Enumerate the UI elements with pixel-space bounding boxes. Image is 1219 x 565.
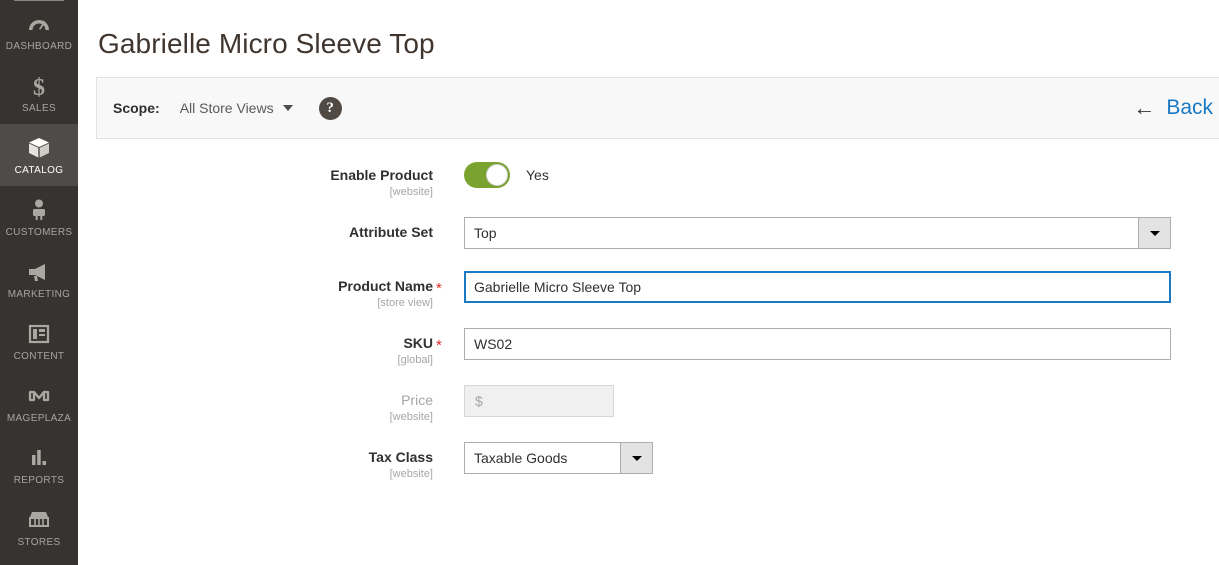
label-tax-class: Tax Class [website] — [78, 442, 433, 481]
sidebar-label-mageplaza: MAGEPLAZA — [6, 413, 72, 424]
label-price: Price [website] — [78, 385, 433, 424]
dashboard-icon — [2, 11, 76, 37]
sidebar-label-dashboard: DASHBOARD — [5, 41, 73, 52]
field-tax-class: Tax Class [website] Taxable Goods — [78, 442, 1219, 481]
price-input — [482, 386, 676, 416]
sidebar-divider — [14, 0, 64, 1]
sidebar-item-content[interactable]: CONTENT — [0, 310, 78, 372]
required-indicator: * — [436, 337, 442, 354]
required-indicator: * — [436, 280, 442, 297]
store-view-value: All Store Views — [179, 100, 274, 116]
enable-product-state: Yes — [526, 167, 549, 183]
bar-chart-icon — [2, 445, 76, 471]
label-text: Enable Product — [330, 167, 433, 183]
page-title: Gabrielle Micro Sleeve Top — [98, 27, 435, 59]
field-price: Price [website] $ — [78, 385, 1219, 424]
chevron-down-icon — [282, 105, 293, 111]
chevron-down-icon[interactable] — [1138, 218, 1170, 248]
sidebar-item-reports[interactable]: REPORTS — [0, 434, 78, 496]
dollar-icon: $ — [2, 73, 76, 99]
help-icon[interactable]: ? — [318, 96, 342, 120]
scope-note: [website] — [389, 468, 433, 480]
chevron-down-icon[interactable] — [620, 443, 652, 473]
label-text: Price — [401, 392, 433, 408]
label-sku: SKU [global] — [78, 328, 433, 367]
sidebar-item-customers[interactable]: CUSTOMERS — [0, 186, 78, 248]
label-text: Attribute Set — [349, 224, 433, 240]
store-view-switcher[interactable]: All Store Views — [180, 100, 293, 116]
arrow-left-icon: ← — [1133, 95, 1156, 120]
box-icon — [2, 135, 76, 161]
megaphone-icon — [2, 259, 76, 285]
field-attribute-set: Attribute Set Top — [78, 217, 1219, 253]
sidebar-label-marketing: MARKETING — [7, 289, 71, 300]
scope-note: [store view] — [377, 297, 433, 309]
sidebar-item-stores[interactable]: STORES — [0, 496, 78, 558]
price-field: $ — [464, 385, 676, 417]
sidebar-label-catalog: CATALOG — [14, 165, 64, 176]
product-form: Enable Product [website] Yes Attribute S… — [78, 160, 1219, 499]
admin-sidebar: DASHBOARD $ SALES CATALOG CUSTOMERS MARK… — [0, 0, 78, 565]
layout-icon — [2, 321, 76, 347]
sidebar-label-content: CONTENT — [13, 351, 65, 362]
sku-input[interactable] — [464, 328, 1171, 360]
scope-note: [website] — [389, 186, 433, 198]
sidebar-item-mageplaza[interactable]: MAGEPLAZA — [0, 372, 78, 434]
scope-bar: Scope: All Store Views ? ← Back — [96, 77, 1219, 139]
sidebar-label-reports: REPORTS — [13, 475, 65, 486]
magento-admin-product-page: DASHBOARD $ SALES CATALOG CUSTOMERS MARK… — [0, 0, 1219, 565]
sidebar-item-marketing[interactable]: MARKETING — [0, 248, 78, 310]
enable-product-toggle[interactable] — [464, 162, 510, 188]
sidebar-item-catalog[interactable]: CATALOG — [0, 124, 78, 186]
attribute-set-select[interactable]: Top — [464, 217, 1171, 249]
sidebar-label-customers: CUSTOMERS — [5, 227, 73, 238]
mageplaza-icon — [2, 383, 76, 409]
main-content: Gabrielle Micro Sleeve Top Scope: All St… — [78, 0, 1219, 565]
field-sku: SKU [global] * — [78, 328, 1219, 367]
sidebar-item-sales[interactable]: $ SALES — [0, 62, 78, 124]
label-attribute-set: Attribute Set — [78, 217, 433, 241]
label-text: SKU — [403, 335, 433, 351]
attribute-set-value: Top — [474, 225, 497, 241]
scope-note: [global] — [397, 354, 433, 366]
product-name-input[interactable] — [464, 271, 1171, 303]
label-product-name: Product Name [store view] — [78, 271, 433, 310]
label-text: Product Name — [338, 278, 433, 294]
toggle-knob — [486, 164, 508, 186]
field-product-name: Product Name [store view] * — [78, 271, 1219, 310]
scope-note: [website] — [389, 411, 433, 423]
sidebar-label-stores: STORES — [17, 537, 61, 548]
sidebar-item-dashboard[interactable]: DASHBOARD — [0, 0, 78, 62]
back-button[interactable]: ← Back — [1133, 96, 1213, 120]
store-icon — [2, 507, 76, 533]
tax-class-value: Taxable Goods — [474, 450, 568, 466]
person-icon — [2, 197, 76, 223]
label-enable-product: Enable Product [website] — [78, 160, 433, 199]
field-enable-product: Enable Product [website] Yes — [78, 160, 1219, 199]
back-button-label: Back — [1166, 96, 1213, 119]
svg-text:$: $ — [33, 75, 45, 99]
sidebar-label-sales: SALES — [22, 103, 56, 114]
scope-label: Scope: — [113, 100, 160, 116]
currency-symbol: $ — [475, 393, 483, 409]
tax-class-select[interactable]: Taxable Goods — [464, 442, 653, 474]
label-text: Tax Class — [368, 449, 433, 465]
